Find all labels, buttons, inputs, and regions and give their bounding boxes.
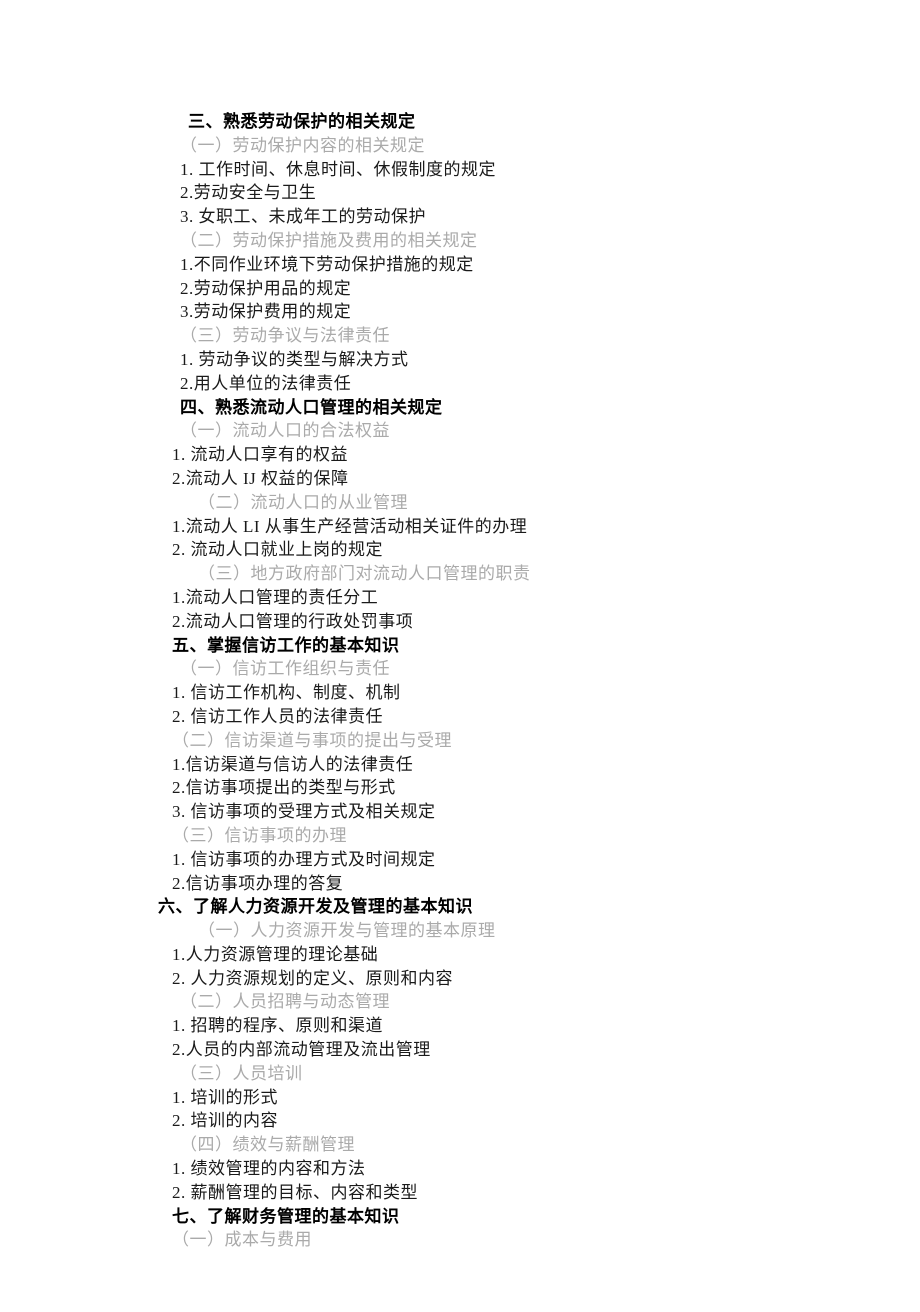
outline-line: 2.流动人 IJ 权益的保障 (0, 467, 920, 491)
outline-line: 1. 信访工作机构、制度、机制 (0, 681, 920, 705)
outline-line: 2.信访事项办理的答复 (0, 872, 920, 896)
outline-line: 1. 劳动争议的类型与解决方式 (0, 348, 920, 372)
outline-line: 1. 招聘的程序、原则和渠道 (0, 1014, 920, 1038)
outline-line: 1. 培训的形式 (0, 1086, 920, 1110)
outline-line: 2.流动人口管理的行政处罚事项 (0, 610, 920, 634)
outline-line: （一）成本与费用 (0, 1228, 920, 1252)
outline-line: 1. 工作时间、休息时间、休假制度的规定 (0, 158, 920, 182)
outline-line: 七、了解财务管理的基本知识 (0, 1205, 920, 1229)
outline-line: 2. 人力资源规划的定义、原则和内容 (0, 967, 920, 991)
outline-line: 2.人员的内部流动管理及流出管理 (0, 1038, 920, 1062)
outline-line: 四、熟悉流动人口管理的相关规定 (0, 396, 920, 420)
outline-line: 3. 女职工、未成年工的劳动保护 (0, 205, 920, 229)
outline-line: （三）地方政府部门对流动人口管理的职责 (0, 562, 920, 586)
outline-line: 2.劳动安全与卫生 (0, 181, 920, 205)
outline-line: 1. 信访事项的办理方式及时间规定 (0, 848, 920, 872)
outline-line: （三）信访事项的办理 (0, 824, 920, 848)
outline-line: （三）劳动争议与法律责任 (0, 324, 920, 348)
outline-line: 1. 流动人口享有的权益 (0, 443, 920, 467)
document-page: 三、熟悉劳动保护的相关规定（一）劳动保护内容的相关规定1. 工作时间、休息时间、… (0, 0, 920, 1312)
outline-line: 三、熟悉劳动保护的相关规定 (0, 110, 920, 134)
outline-line: 1.流动人口管理的责任分工 (0, 586, 920, 610)
outline-line: （一）信访工作组织与责任 (0, 657, 920, 681)
outline-line: 3.劳动保护费用的规定 (0, 300, 920, 324)
outline-line: 五、掌握信访工作的基本知识 (0, 634, 920, 658)
outline-line: 1.流动人 LI 从事生产经营活动相关证件的办理 (0, 515, 920, 539)
outline-line: 2.信访事项提出的类型与形式 (0, 776, 920, 800)
outline-line: 2.劳动保护用品的规定 (0, 277, 920, 301)
outline-line: （四）绩效与薪酬管理 (0, 1133, 920, 1157)
outline-line: （二）流动人口的从业管理 (0, 491, 920, 515)
outline-line: （一）劳动保护内容的相关规定 (0, 134, 920, 158)
outline-line: 1. 绩效管理的内容和方法 (0, 1157, 920, 1181)
outline-line: 2. 薪酬管理的目标、内容和类型 (0, 1181, 920, 1205)
outline-line: 1.人力资源管理的理论基础 (0, 943, 920, 967)
outline-line: 3. 信访事项的受理方式及相关规定 (0, 800, 920, 824)
outline-line: 2. 培训的内容 (0, 1109, 920, 1133)
outline-line: 2. 信访工作人员的法律责任 (0, 705, 920, 729)
outline-line: （一）人力资源开发与管理的基本原理 (0, 919, 920, 943)
outline-line: 1.信访渠道与信访人的法律责任 (0, 753, 920, 777)
outline-line: （三）人员培训 (0, 1062, 920, 1086)
outline-line: 六、了解人力资源开发及管理的基本知识 (0, 895, 920, 919)
outline-line: （二）信访渠道与事项的提出与受理 (0, 729, 920, 753)
outline-line: （二）人员招聘与动态管理 (0, 990, 920, 1014)
outline-line: （一）流动人口的合法权益 (0, 419, 920, 443)
outline-line: 1.不同作业环境下劳动保护措施的规定 (0, 253, 920, 277)
outline-line: 2. 流动人口就业上岗的规定 (0, 538, 920, 562)
outline-line: （二）劳动保护措施及费用的相关规定 (0, 229, 920, 253)
outline-line: 2.用人单位的法律责任 (0, 372, 920, 396)
